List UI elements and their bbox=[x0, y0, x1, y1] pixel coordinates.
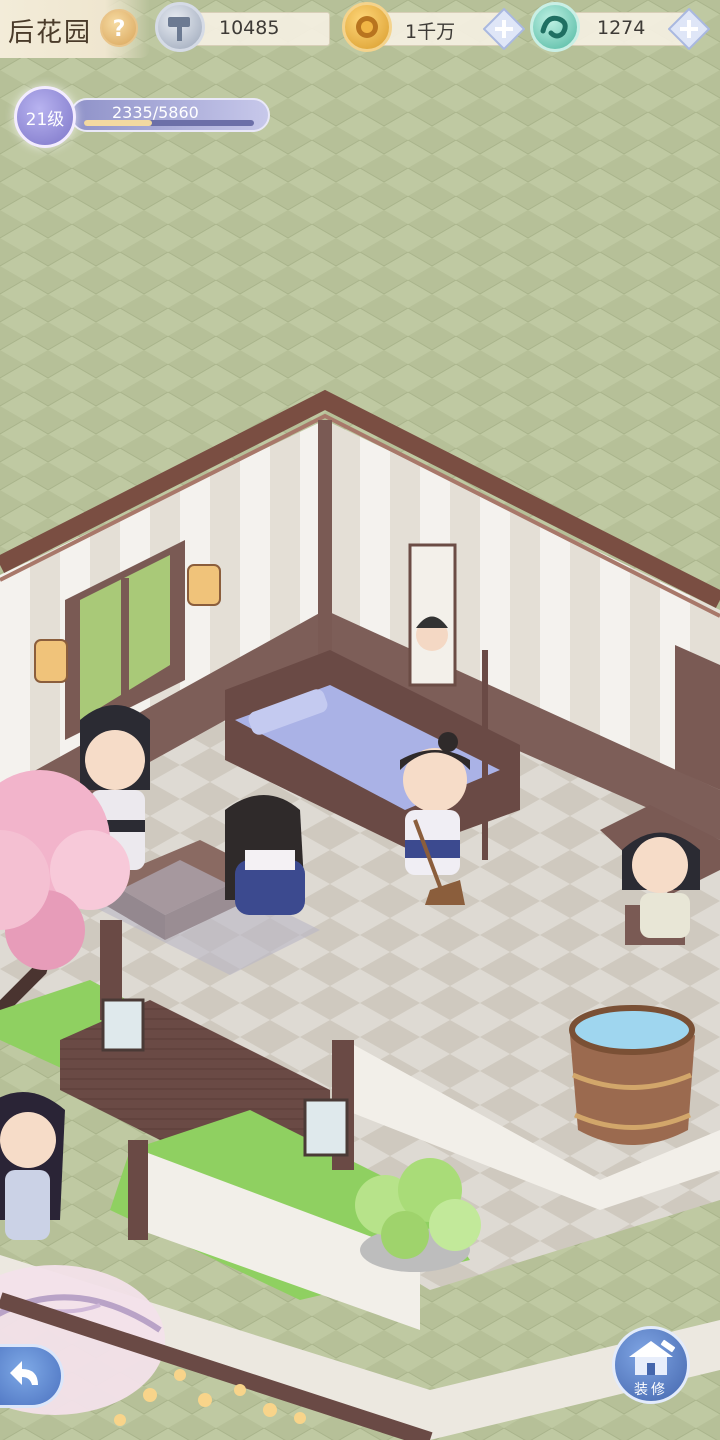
garden-scene bbox=[0, 0, 720, 1440]
right-window bbox=[675, 645, 720, 790]
hammer-count: 10485 bbox=[219, 17, 280, 39]
character-purple-maiden bbox=[0, 1092, 65, 1240]
question-mark-icon[interactable]: ? bbox=[100, 9, 138, 47]
decorate-button[interactable]: 装修 bbox=[612, 1326, 690, 1404]
experience-bar: 2335/5860 bbox=[70, 98, 270, 132]
experience-fill bbox=[84, 120, 152, 126]
resource-hammer: 10485 bbox=[188, 12, 330, 46]
add-coins-button[interactable] bbox=[483, 8, 525, 50]
gold-coin-icon bbox=[342, 2, 392, 52]
page-title-banner: 后花园 ? bbox=[0, 0, 150, 58]
house-hammer-icon bbox=[629, 1339, 676, 1375]
add-jade-button[interactable] bbox=[668, 8, 710, 50]
hammer-coin-icon bbox=[155, 2, 205, 52]
bath-tub bbox=[569, 1005, 695, 1145]
jade-dragon-icon bbox=[530, 2, 580, 52]
coin-count: 1千万 bbox=[405, 21, 456, 43]
back-arrow-icon bbox=[10, 1361, 38, 1385]
jade-count: 1274 bbox=[597, 17, 646, 39]
experience-track bbox=[84, 120, 254, 126]
back-button[interactable] bbox=[0, 1344, 64, 1408]
character-kneeling-girl bbox=[225, 795, 305, 915]
scroll-painting bbox=[408, 543, 457, 687]
page-title: 后花园 bbox=[8, 18, 93, 48]
level-label: 21级 bbox=[25, 110, 65, 130]
decorate-label: 装修 bbox=[634, 1382, 668, 1398]
level-badge[interactable]: 21级 bbox=[14, 86, 76, 148]
